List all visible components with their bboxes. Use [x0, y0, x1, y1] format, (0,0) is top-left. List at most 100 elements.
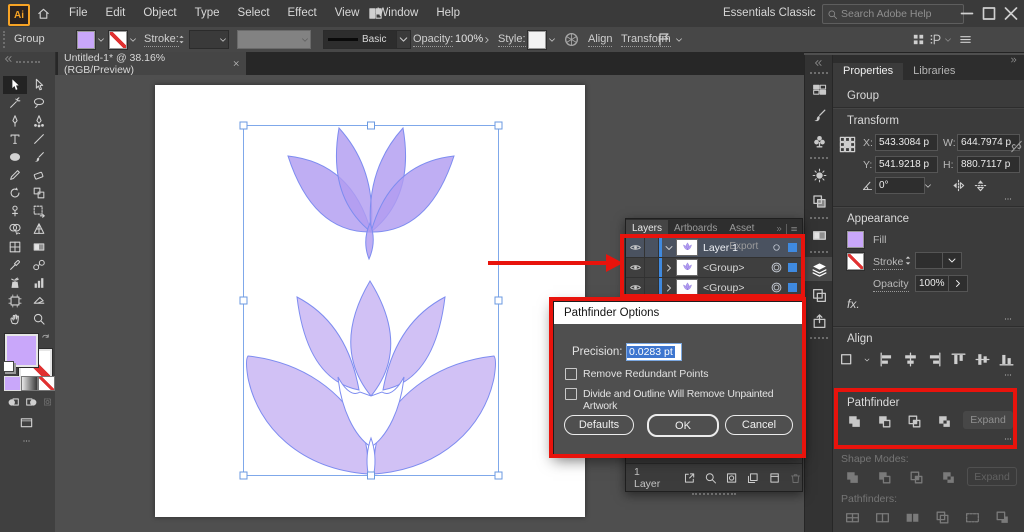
lock-cell[interactable] — [645, 258, 659, 277]
layer-thumbnail[interactable] — [676, 239, 698, 256]
asset-export-panel-icon[interactable] — [805, 309, 833, 333]
expand-chevron-icon[interactable] — [663, 282, 675, 294]
rotate-tool[interactable] — [3, 184, 27, 202]
target-icon[interactable] — [771, 242, 782, 253]
opacity-value[interactable]: 100% — [455, 33, 483, 45]
scale-tool[interactable] — [27, 184, 51, 202]
new-sublayer-icon[interactable] — [746, 471, 759, 485]
y-field[interactable]: 541.9218 p — [875, 156, 938, 173]
paragraph-style-icon[interactable] — [929, 32, 943, 47]
none-mode-button[interactable] — [38, 376, 55, 391]
dock-grip[interactable] — [810, 337, 828, 339]
tab-asset-export[interactable]: Asset Export — [723, 220, 774, 238]
lock-cell[interactable] — [645, 238, 659, 257]
opacity-label[interactable]: Opacity: — [413, 33, 453, 47]
tab-properties[interactable]: Properties — [833, 63, 903, 80]
layers-panel-icon[interactable] — [805, 257, 833, 281]
minus-front-icon[interactable] — [875, 413, 894, 430]
tab-libraries[interactable]: Libraries — [903, 63, 965, 80]
toolbar-more-icon[interactable] — [19, 437, 34, 445]
rotation-chevron-icon[interactable] — [923, 181, 933, 191]
appearance-more-icon[interactable] — [1001, 315, 1015, 323]
type-tool[interactable] — [3, 130, 27, 148]
layer-row-group1[interactable]: <Group> — [626, 258, 802, 278]
menu-edit[interactable]: Edit — [97, 0, 135, 27]
precision-input[interactable]: 0.0283 pt — [626, 343, 682, 361]
magic-wand-tool[interactable] — [3, 94, 27, 112]
layer-thumbnail[interactable] — [676, 259, 698, 276]
paragraph-style-chevron-icon[interactable] — [943, 35, 953, 45]
panel-resize-grip[interactable] — [692, 493, 736, 495]
stroke-chevron-icon[interactable] — [128, 35, 138, 45]
locate-object-icon[interactable] — [704, 471, 717, 485]
target-icon[interactable] — [770, 261, 783, 274]
color-panel-icon[interactable] — [805, 163, 833, 187]
free-transform-tool[interactable] — [27, 202, 51, 220]
x-field[interactable]: 543.3084 p — [875, 134, 938, 151]
document-tab[interactable]: Untitled-1* @ 38.16% (RGB/Preview) — [58, 52, 246, 75]
selection-indicator[interactable] — [788, 243, 797, 252]
visibility-eye-icon[interactable] — [629, 261, 642, 274]
align-center-icon[interactable] — [902, 351, 919, 368]
menu-select[interactable]: Select — [229, 0, 279, 27]
line-segment-tool[interactable] — [27, 130, 51, 148]
align-label[interactable]: Align — [588, 33, 612, 47]
make-clipping-mask-icon[interactable] — [725, 471, 738, 485]
brush-definition-combo[interactable]: Basic — [323, 30, 405, 49]
workspace-switcher-icon[interactable] — [368, 6, 383, 21]
curvature-tool[interactable] — [27, 112, 51, 130]
tab-layers[interactable]: Layers — [626, 220, 668, 238]
blend-tool[interactable] — [27, 256, 51, 274]
column-graph-tool[interactable] — [27, 274, 51, 292]
align-top-icon[interactable] — [950, 351, 967, 368]
lock-cell[interactable] — [645, 278, 659, 297]
transparency-panel-icon[interactable] — [805, 189, 833, 213]
layer-name[interactable]: Layer 1 — [703, 242, 738, 254]
collect-for-export-icon[interactable] — [683, 471, 696, 485]
rotation-combo[interactable]: 0° — [875, 177, 925, 194]
gradient-mode-button[interactable] — [21, 376, 38, 391]
expand-chevron-icon[interactable] — [663, 242, 675, 254]
tools-panel-grip[interactable] — [16, 61, 40, 63]
align-to-icon[interactable] — [839, 351, 856, 368]
hand-tool[interactable] — [3, 310, 27, 328]
ok-button[interactable]: OK — [647, 414, 719, 437]
align-right-icon[interactable] — [926, 351, 943, 368]
tab-close-icon[interactable] — [232, 59, 240, 68]
appearance-opacity-label[interactable]: Opacity — [873, 278, 909, 292]
h-field[interactable]: 880.7117 p — [957, 156, 1020, 173]
search-input[interactable]: Search Adobe Help — [822, 4, 964, 24]
dock-grip[interactable] — [810, 217, 828, 219]
stroke-weight-label[interactable]: Stroke: — [144, 33, 179, 47]
gradient-panel-icon[interactable] — [805, 223, 833, 247]
gradient-tool[interactable] — [27, 238, 51, 256]
shape-builder-tool[interactable] — [3, 220, 27, 238]
puppet-warp-tool[interactable] — [3, 202, 27, 220]
lasso-tool[interactable] — [27, 94, 51, 112]
flip-vertical-icon[interactable] — [973, 178, 988, 193]
screen-mode-icon[interactable] — [18, 415, 35, 430]
paintbrush-tool[interactable] — [27, 148, 51, 166]
perspective-grid-tool[interactable] — [27, 220, 51, 238]
tab-artboards[interactable]: Artboards — [668, 220, 723, 238]
pen-tool[interactable] — [3, 112, 27, 130]
brushes-panel-icon[interactable] — [805, 103, 833, 127]
direct-selection-tool[interactable] — [27, 76, 51, 94]
defaults-button[interactable]: Defaults — [564, 415, 634, 435]
layer-thumbnail[interactable] — [676, 279, 698, 296]
remove-redundant-points-label[interactable]: Remove Redundant Points — [583, 368, 709, 380]
align-middle-icon[interactable] — [974, 351, 991, 368]
dock-grip[interactable] — [810, 157, 828, 159]
symbol-sprayer-tool[interactable] — [3, 274, 27, 292]
zoom-tool[interactable] — [27, 310, 51, 328]
intersect-icon[interactable] — [905, 413, 924, 430]
fill-color-swatch[interactable] — [77, 31, 95, 49]
color-mode-button[interactable] — [4, 376, 21, 391]
menu-view[interactable]: View — [326, 0, 369, 27]
appearance-fill-label[interactable]: Fill — [873, 234, 886, 246]
layer-row-layer1[interactable]: Layer 1 — [626, 238, 802, 258]
appearance-stroke-swatch[interactable] — [847, 253, 864, 270]
artboards-panel-icon[interactable] — [805, 283, 833, 307]
shaper-tool[interactable] — [3, 166, 27, 184]
control-bar-grip[interactable] — [3, 31, 8, 48]
